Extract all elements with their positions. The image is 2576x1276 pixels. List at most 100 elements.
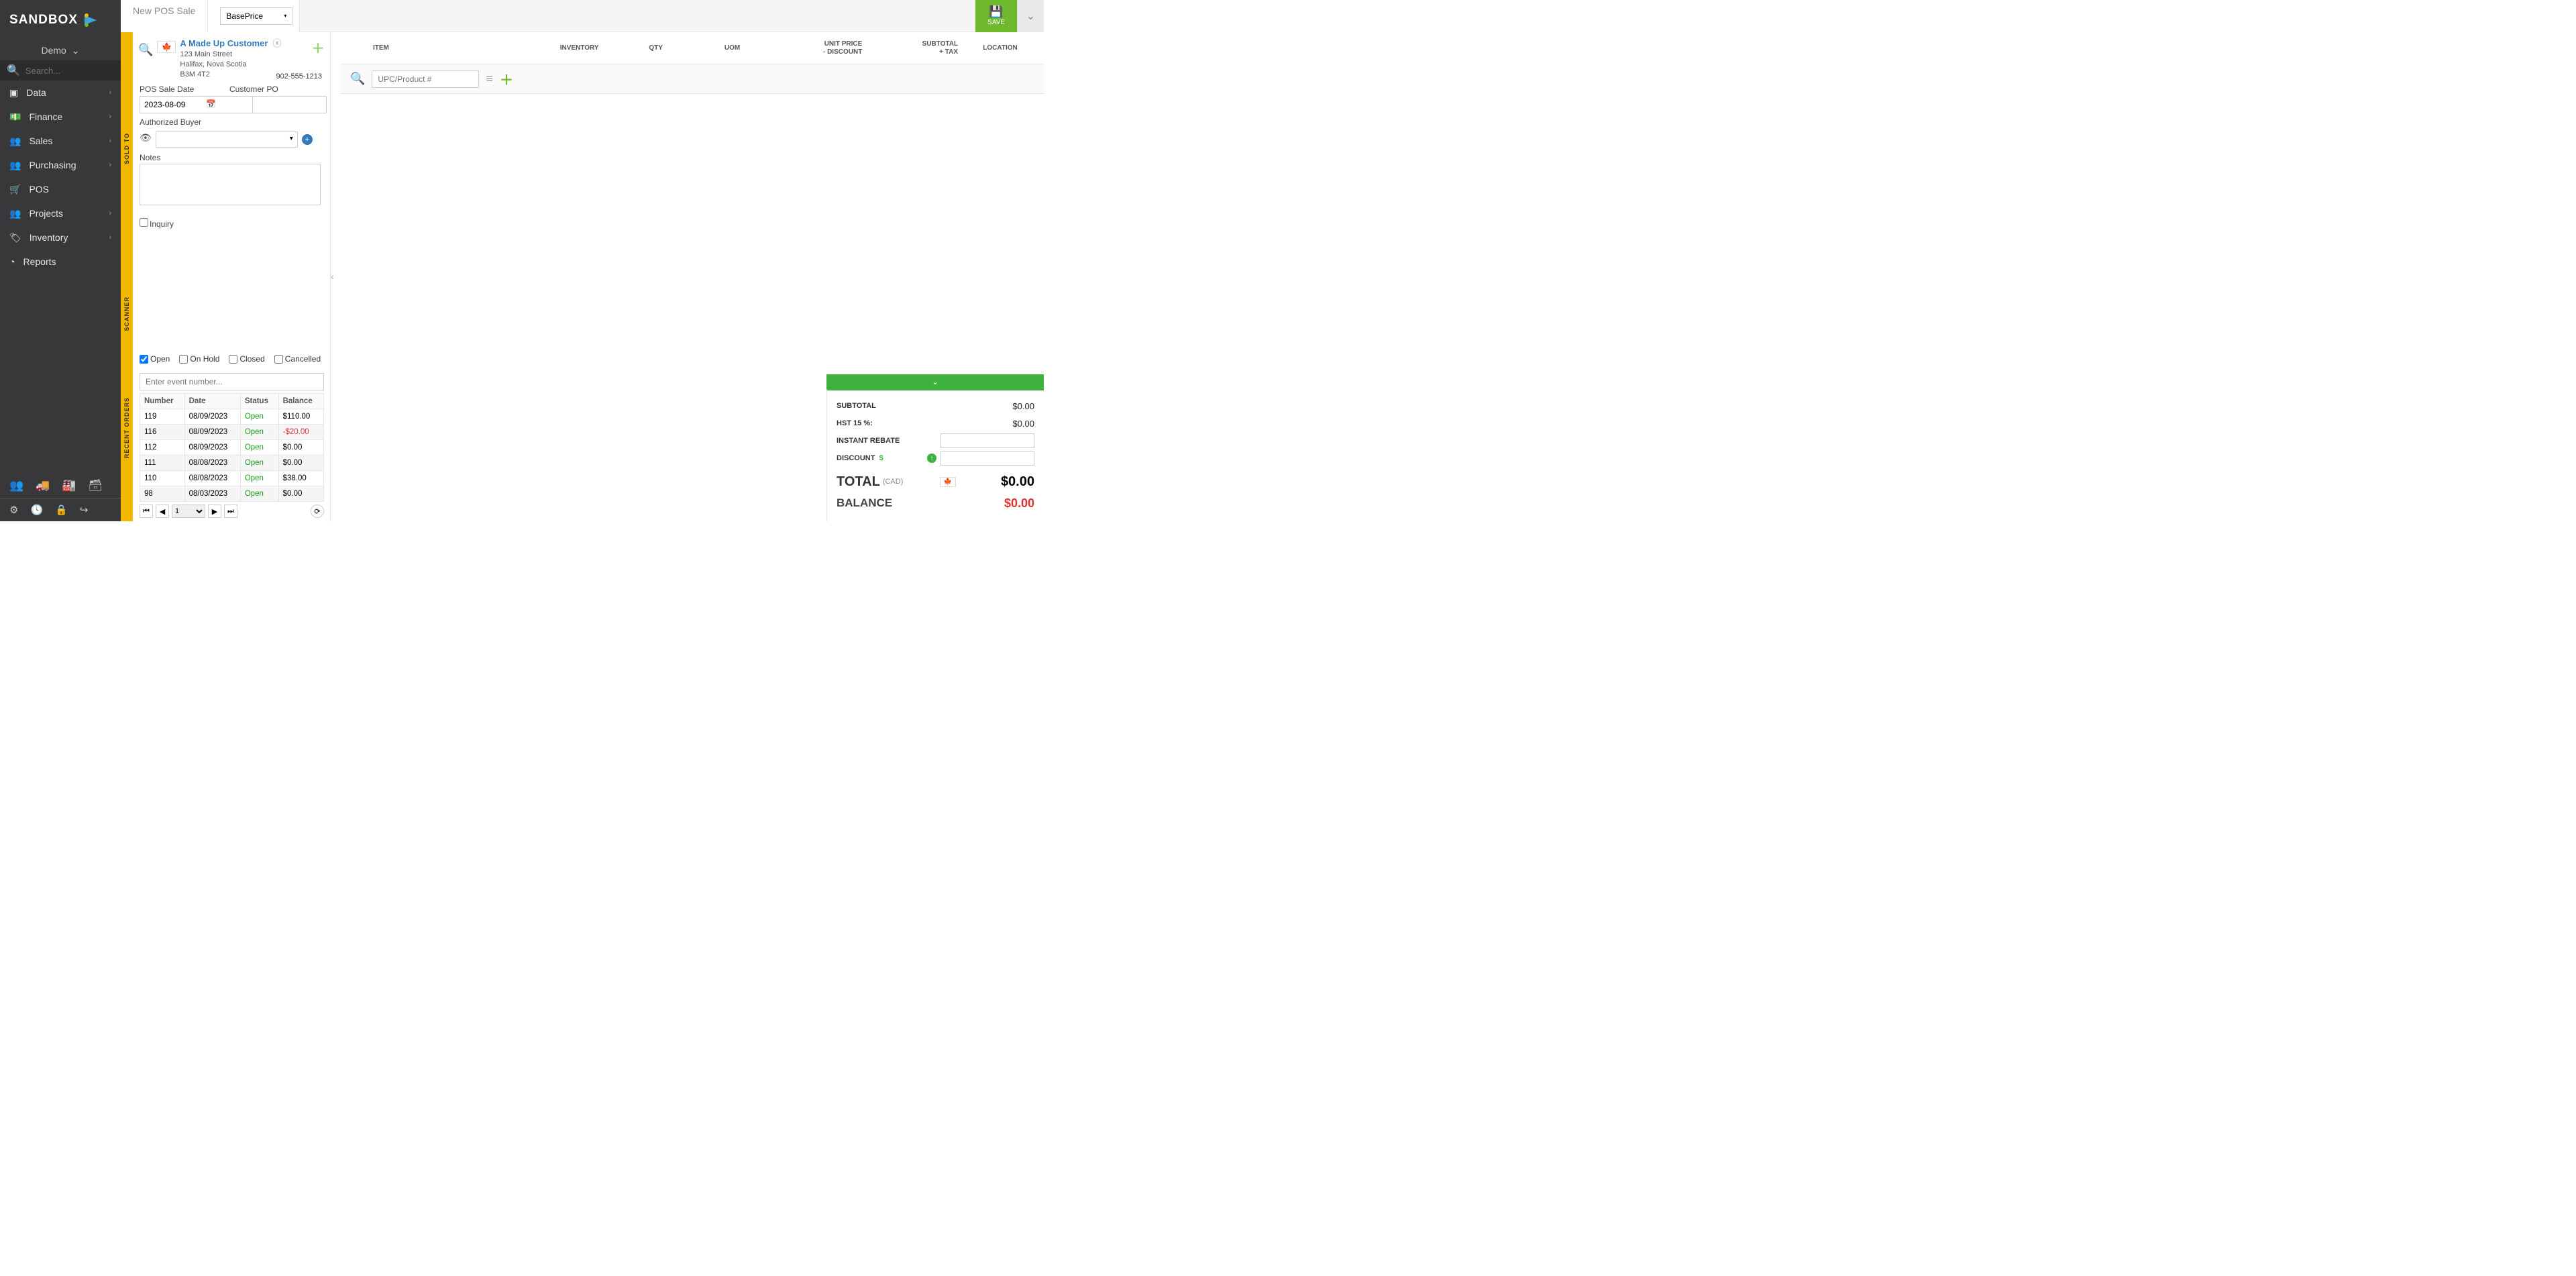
sidebar-footer: 👥 🚚 🏭 🗃 ⚙ 🕓 🔒 ↪	[0, 474, 121, 521]
top-collapse-button[interactable]: ⌄	[1017, 0, 1044, 32]
truck-icon[interactable]: 🚚	[36, 479, 50, 492]
col-balance[interactable]: Balance	[278, 394, 323, 409]
table-row[interactable]: 11008/08/2023Open$38.00	[140, 471, 324, 486]
col-date[interactable]: Date	[184, 394, 240, 409]
logout-icon[interactable]: ↪	[80, 504, 89, 516]
rail-scanner[interactable]: SCANNER	[121, 276, 133, 370]
clock-icon[interactable]: 🕓	[30, 504, 43, 516]
notes-textarea[interactable]	[140, 164, 321, 205]
chart-icon: ◔	[9, 256, 15, 267]
filter-open[interactable]: Open	[140, 354, 170, 364]
table-row[interactable]: 11908/09/2023Open$110.00	[140, 409, 324, 425]
tenant-selector[interactable]: Demo ⌄	[0, 40, 121, 60]
upc-input[interactable]	[372, 70, 479, 88]
rail-sold-to[interactable]: SOLD TO	[121, 32, 133, 276]
filter-cancelled[interactable]: Cancelled	[274, 354, 321, 364]
filter-cancelled-checkbox[interactable]	[274, 355, 283, 364]
col-status[interactable]: Status	[240, 394, 278, 409]
rail-recent-orders[interactable]: RECENT ORDERS	[121, 370, 133, 521]
list-icon[interactable]: ≡	[486, 72, 493, 86]
global-search[interactable]: 🔍	[0, 60, 121, 81]
footer-row-1: 👥 🚚 🏭 🗃	[0, 474, 121, 498]
table-row[interactable]: 11108/08/2023Open$0.00	[140, 456, 324, 471]
notes-label: Notes	[140, 153, 160, 162]
pager-last[interactable]: ⏭	[224, 504, 237, 518]
subtotal-value: $0.00	[1012, 401, 1034, 411]
inquiry-checkbox[interactable]	[140, 218, 148, 227]
sale-date-input[interactable]	[140, 96, 253, 113]
rebate-input[interactable]	[941, 433, 1034, 448]
nav-label: Finance	[29, 111, 62, 122]
nav-purchasing[interactable]: 👥Purchasing›	[0, 153, 121, 177]
table-row[interactable]: 11608/09/2023Open-$20.00	[140, 425, 324, 440]
pager-next[interactable]: ▶	[208, 504, 221, 518]
refresh-icon[interactable]: ⟳	[311, 504, 324, 518]
auth-buyer-select[interactable]: ▾	[156, 131, 298, 148]
panel-collapse-handle[interactable]: ‹	[331, 271, 334, 282]
balance-value: $0.00	[1004, 496, 1034, 511]
nav-inventory[interactable]: 🏷Inventory›	[0, 225, 121, 250]
chevron-right-icon: ›	[109, 209, 111, 217]
subtotal-label: SUBTOTAL	[837, 402, 1012, 410]
lock-icon[interactable]: 🔒	[55, 504, 68, 516]
factory-icon[interactable]: 🏭	[62, 479, 76, 492]
table-row[interactable]: 11208/09/2023Open$0.00	[140, 440, 324, 456]
add-customer-icon[interactable]: ＋	[311, 38, 325, 57]
chevron-right-icon: ›	[109, 161, 111, 169]
items-header: ITEM INVENTORY QTY UOM UNIT PRICE- DISCO…	[341, 32, 1044, 64]
inquiry-checkbox-row: Inquiry	[133, 211, 330, 235]
customer-address-3: B3M 4T2	[180, 70, 210, 78]
pager-page-select[interactable]: 1	[172, 504, 205, 518]
flag-icon: 🍁	[940, 477, 956, 487]
total-label: TOTAL	[837, 474, 880, 490]
table-row[interactable]: 9808/03/2023Open$0.00	[140, 486, 324, 502]
form-panel: 🔍 🍁 A Made Up Customer ⓧ 123 Main Street…	[133, 32, 331, 521]
chevron-right-icon: ›	[109, 233, 111, 242]
calendar-icon[interactable]: 📅	[206, 99, 216, 109]
nav-finance[interactable]: 💵Finance›	[0, 105, 121, 129]
nav-pos[interactable]: 🛒POS	[0, 177, 121, 201]
nav-reports[interactable]: ◔ Reports	[0, 250, 121, 274]
pager-first[interactable]: ⏮	[140, 504, 153, 518]
customer-name-link[interactable]: A Made Up Customer	[180, 38, 268, 48]
add-item-icon[interactable]: ＋	[500, 69, 513, 89]
nav-data[interactable]: ▣Data›	[0, 81, 121, 105]
filter-hold[interactable]: On Hold	[179, 354, 219, 364]
add-buyer-icon[interactable]: +	[302, 134, 313, 145]
eye-icon[interactable]: 👁	[140, 132, 152, 148]
search-input[interactable]	[25, 66, 106, 76]
discount-input[interactable]	[941, 451, 1034, 466]
caret-down-icon: ▾	[284, 13, 286, 19]
nav-label: Inventory	[30, 232, 68, 243]
save-button[interactable]: 💾 SAVE	[975, 0, 1017, 32]
remove-customer-icon[interactable]: ⓧ	[272, 38, 281, 48]
search-icon[interactable]: 🔍	[138, 43, 153, 57]
nav-label: Reports	[23, 256, 56, 267]
arrow-up-icon[interactable]: ↑	[927, 454, 936, 463]
nav-projects[interactable]: 👥Projects›	[0, 201, 121, 225]
archive-icon[interactable]: 🗃	[89, 479, 103, 492]
cube-icon: ▣	[9, 87, 18, 99]
price-list-select[interactable]: BasePrice ▾	[220, 7, 292, 25]
filter-hold-checkbox[interactable]	[179, 355, 188, 364]
users-icon[interactable]: 👥	[9, 479, 23, 492]
nav-sales[interactable]: 👥Sales›	[0, 129, 121, 153]
grid-pager: ⏮ ◀ 1 ▶ ⏭ ⟳	[140, 502, 324, 521]
dollar-icon[interactable]: $	[879, 454, 883, 462]
col-qty: QTY	[618, 44, 694, 52]
customer-address-1: 123 Main Street	[180, 50, 232, 58]
save-label: SAVE	[987, 19, 1005, 26]
event-number-input[interactable]	[140, 373, 324, 390]
col-unit-price: UNIT PRICE- DISCOUNT	[771, 40, 867, 56]
search-icon[interactable]: 🔍	[350, 72, 365, 86]
col-number[interactable]: Number	[140, 394, 185, 409]
summary-toggle[interactable]: ⌄	[826, 374, 1044, 389]
filter-open-checkbox[interactable]	[140, 355, 148, 364]
gear-icon[interactable]: ⚙	[9, 504, 18, 516]
rail-label: RECENT ORDERS	[123, 397, 130, 458]
filter-closed[interactable]: Closed	[229, 354, 264, 364]
pager-prev[interactable]: ◀	[156, 504, 169, 518]
filter-closed-checkbox[interactable]	[229, 355, 237, 364]
brand-text: SANDBOX	[9, 13, 78, 28]
chevron-down-icon: ⌄	[72, 45, 80, 56]
